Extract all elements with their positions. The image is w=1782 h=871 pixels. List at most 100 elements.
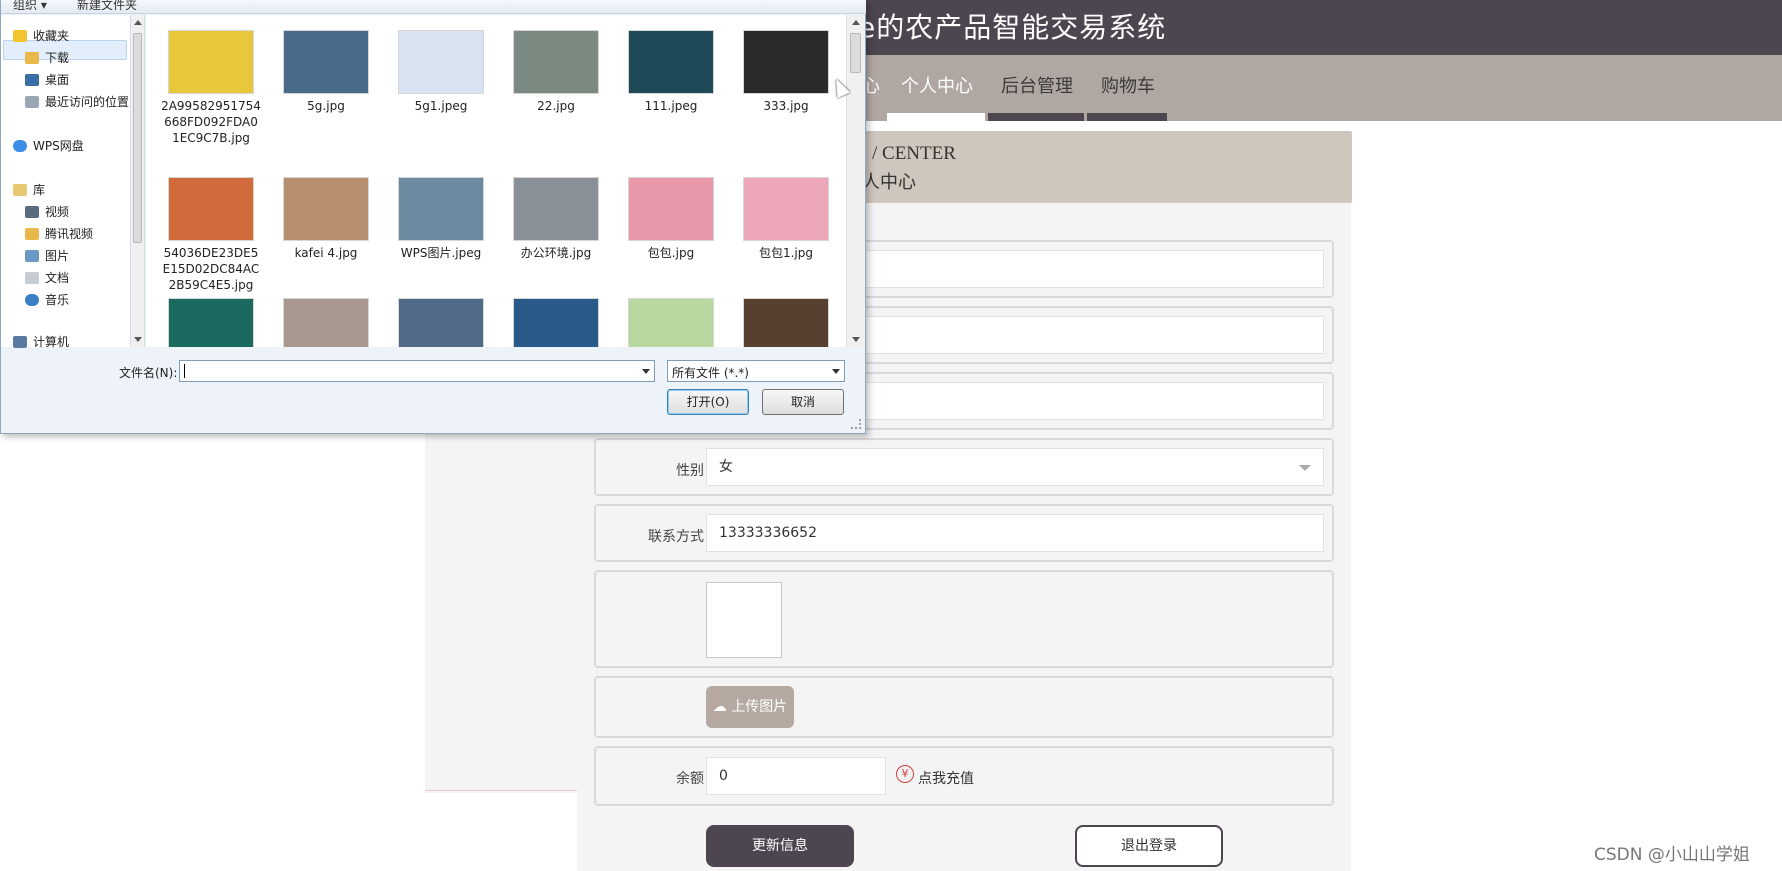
- file-item[interactable]: WPS图片.jpeg: [391, 177, 491, 261]
- nav-item-cart[interactable]: 购物车: [1101, 72, 1155, 98]
- file-item[interactable]: kafei 4.jpg: [276, 177, 376, 261]
- navigation-scrollbar[interactable]: [131, 15, 145, 347]
- form-row-balance: 余额 0 ¥ 点我充值: [594, 746, 1334, 806]
- update-info-button[interactable]: 更新信息: [706, 825, 854, 867]
- file-item[interactable]: [736, 298, 836, 347]
- form-row-contact: 联系方式 13333336652: [594, 504, 1334, 562]
- balance-input[interactable]: 0: [706, 757, 886, 795]
- chevron-down-icon: [1299, 465, 1311, 471]
- file-item[interactable]: [276, 298, 376, 347]
- nav-videos[interactable]: 视频: [25, 203, 69, 220]
- file-item[interactable]: [621, 298, 721, 347]
- page-banner: [862, 131, 1352, 203]
- open-button[interactable]: 打开(O): [667, 389, 749, 415]
- scroll-down-icon[interactable]: [852, 337, 860, 342]
- recent-icon: [25, 96, 39, 108]
- download-folder-icon: [25, 52, 39, 64]
- banner-chinese-title: 人中心: [862, 172, 916, 193]
- banner-english-title: / CENTER: [872, 143, 956, 164]
- nav-computer[interactable]: 计算机: [13, 333, 69, 350]
- nav-tencent-video[interactable]: 腾讯视频: [25, 225, 93, 242]
- yen-icon[interactable]: ¥: [896, 765, 914, 783]
- gender-label: 性别: [676, 463, 704, 479]
- cloud-upload-icon: ☁: [712, 699, 727, 715]
- avatar-image-placeholder: [706, 582, 782, 658]
- gender-select[interactable]: 女: [706, 448, 1324, 486]
- file-thumbnail: [743, 30, 829, 94]
- file-item[interactable]: 包包.jpg: [621, 177, 721, 261]
- new-folder-button[interactable]: 新建文件夹: [77, 0, 137, 13]
- nav-favorites[interactable]: 收藏夹: [13, 27, 69, 44]
- dialog-toolbar: 组织 ▾ 新建文件夹: [1, 0, 866, 14]
- cancel-button[interactable]: 取消: [762, 389, 844, 415]
- nav-library[interactable]: 库: [13, 181, 45, 198]
- chevron-down-icon: [832, 369, 840, 374]
- nav-downloads[interactable]: 下载: [25, 49, 69, 66]
- nav-desktop[interactable]: 桌面: [25, 71, 69, 88]
- file-thumbnail: [743, 298, 829, 347]
- filename-input[interactable]: [179, 360, 655, 382]
- file-thumbnail: [398, 30, 484, 94]
- upload-image-button[interactable]: ☁ 上传图片: [706, 686, 794, 728]
- form-row-gender: 性别 女: [594, 438, 1334, 496]
- document-icon: [25, 272, 39, 284]
- file-thumbnail: [628, 298, 714, 347]
- text-caret: [184, 364, 185, 378]
- file-open-dialog: 组织 ▾ 新建文件夹 收藏夹 下载 桌面 最近访问的位置 WPS网盘 库 视频 …: [0, 0, 866, 434]
- file-item[interactable]: 333.jpg: [736, 30, 836, 114]
- nav-item-personal-center[interactable]: 个人中心: [901, 72, 973, 98]
- scroll-up-icon[interactable]: [852, 20, 860, 25]
- contact-input[interactable]: 13333336652: [706, 514, 1324, 552]
- organize-menu[interactable]: 组织 ▾: [13, 0, 47, 13]
- library-icon: [13, 184, 27, 196]
- gender-value: 女: [719, 459, 733, 475]
- nav-documents[interactable]: 文档: [25, 269, 69, 286]
- nav-underline: [1087, 113, 1167, 121]
- scroll-up-icon[interactable]: [134, 20, 142, 25]
- recharge-link[interactable]: 点我充值: [918, 768, 974, 788]
- nav-recent[interactable]: 最近访问的位置: [25, 93, 129, 110]
- file-thumbnail: [743, 177, 829, 241]
- file-thumbnail: [513, 298, 599, 347]
- filename-label: 文件名(N):: [119, 366, 178, 380]
- chevron-down-icon[interactable]: [642, 369, 650, 374]
- file-item[interactable]: 5g.jpg: [276, 30, 376, 114]
- form-row-avatar: [594, 570, 1334, 668]
- form-row-upload: ☁ 上传图片: [594, 676, 1334, 738]
- file-item[interactable]: 111.jpeg: [621, 30, 721, 114]
- nav-pictures[interactable]: 图片: [25, 247, 69, 264]
- nav-music[interactable]: 音乐: [25, 291, 69, 308]
- scrollbar-thumb[interactable]: [850, 33, 861, 73]
- file-item[interactable]: 22.jpg: [506, 30, 606, 114]
- filetype-select[interactable]: 所有文件 (*.*): [667, 360, 845, 382]
- file-item[interactable]: 5g1.jpeg: [391, 30, 491, 114]
- file-thumbnail: [168, 30, 254, 94]
- balance-label: 余额: [676, 771, 704, 787]
- file-thumbnail: [398, 298, 484, 347]
- file-item[interactable]: [161, 298, 261, 347]
- nav-item-admin[interactable]: 后台管理: [1001, 72, 1073, 98]
- scroll-down-icon[interactable]: [134, 337, 142, 342]
- navigation-pane: 收藏夹 下载 桌面 最近访问的位置 WPS网盘 库 视频 腾讯视频 图片 文档 …: [1, 15, 131, 350]
- file-thumbnail: [398, 177, 484, 241]
- file-item[interactable]: 包包1.jpg: [736, 177, 836, 261]
- scrollbar-thumb[interactable]: [133, 33, 142, 243]
- resize-grip-icon[interactable]: [851, 419, 861, 429]
- contact-label: 联系方式: [648, 529, 704, 545]
- nav-underline: [988, 113, 1084, 121]
- file-thumbnail: [168, 298, 254, 347]
- file-item[interactable]: [506, 298, 606, 347]
- divider: [425, 790, 577, 791]
- file-scrollbar[interactable]: [846, 15, 864, 347]
- folder-icon: [25, 228, 39, 240]
- file-thumbnail: [168, 177, 254, 241]
- desktop-icon: [25, 74, 39, 86]
- file-item[interactable]: 2A99582951754668FD092FDA01EC9C7B.jpg: [161, 30, 261, 146]
- file-item[interactable]: 54036DE23DE5E15D02DC84AC2B59C4E5.jpg: [161, 177, 261, 293]
- file-grid: 2A99582951754668FD092FDA01EC9C7B.jpg 5g.…: [146, 15, 846, 347]
- watermark: CSDN @小山山学姐: [1594, 845, 1750, 865]
- logout-button[interactable]: 退出登录: [1075, 825, 1223, 867]
- file-item[interactable]: [391, 298, 491, 347]
- nav-wps-cloud[interactable]: WPS网盘: [13, 137, 84, 154]
- file-item[interactable]: 办公环境.jpg: [506, 177, 606, 261]
